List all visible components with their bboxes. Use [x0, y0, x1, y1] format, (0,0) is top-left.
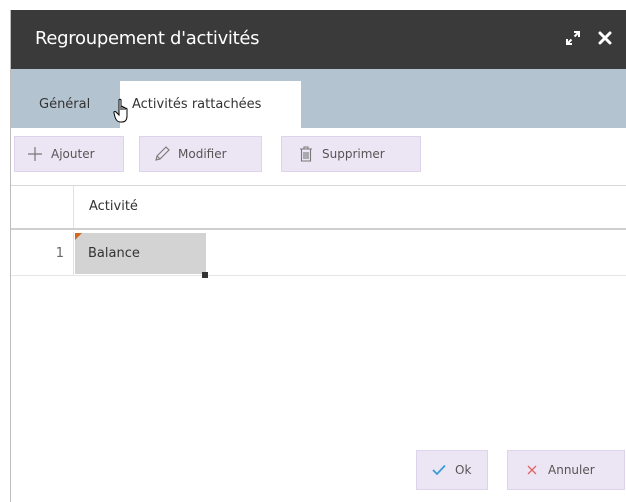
dialog-window: Regroupement d'activités Général Activit… — [10, 10, 626, 502]
edit-button[interactable]: Modifier — [139, 136, 262, 172]
delete-button[interactable]: Supprimer — [281, 136, 421, 172]
ok-button-label: Ok — [455, 463, 472, 477]
cancel-button-label: Annuler — [548, 463, 595, 477]
table-row[interactable]: 1 Balance — [11, 232, 626, 276]
dialog-titlebar: Regroupement d'activités — [11, 10, 626, 69]
grid-header: Activité — [11, 186, 626, 230]
fill-handle[interactable] — [202, 272, 208, 278]
cancel-x-icon — [524, 462, 540, 478]
cancel-button[interactable]: Annuler — [507, 450, 625, 490]
tab-general[interactable]: Général — [39, 81, 90, 128]
tab-bar: Général Activités rattachées — [11, 69, 626, 128]
add-button[interactable]: Ajouter — [14, 136, 124, 172]
activity-cell-value: Balance — [88, 246, 140, 261]
ok-button[interactable]: Ok — [416, 450, 488, 490]
close-icon[interactable] — [595, 28, 615, 48]
trash-icon — [296, 144, 316, 164]
edit-button-label: Modifier — [178, 147, 227, 161]
row-index: 1 — [11, 232, 74, 275]
activity-cell[interactable]: Balance — [75, 233, 206, 274]
dialog-title: Regroupement d'activités — [35, 28, 260, 49]
row-index-header — [11, 186, 74, 228]
check-icon — [431, 462, 447, 478]
pencil-icon — [152, 144, 172, 164]
plus-icon — [25, 144, 45, 164]
toolbar: Ajouter Modifier Supprimer — [11, 128, 626, 184]
delete-button-label: Supprimer — [322, 147, 385, 161]
modified-marker-icon — [75, 233, 82, 240]
expand-icon[interactable] — [563, 28, 583, 48]
column-header-activite[interactable]: Activité — [89, 186, 138, 228]
hand-cursor-icon — [113, 98, 137, 128]
add-button-label: Ajouter — [51, 147, 95, 161]
tab-activites-rattachees[interactable]: Activités rattachées — [120, 81, 301, 128]
